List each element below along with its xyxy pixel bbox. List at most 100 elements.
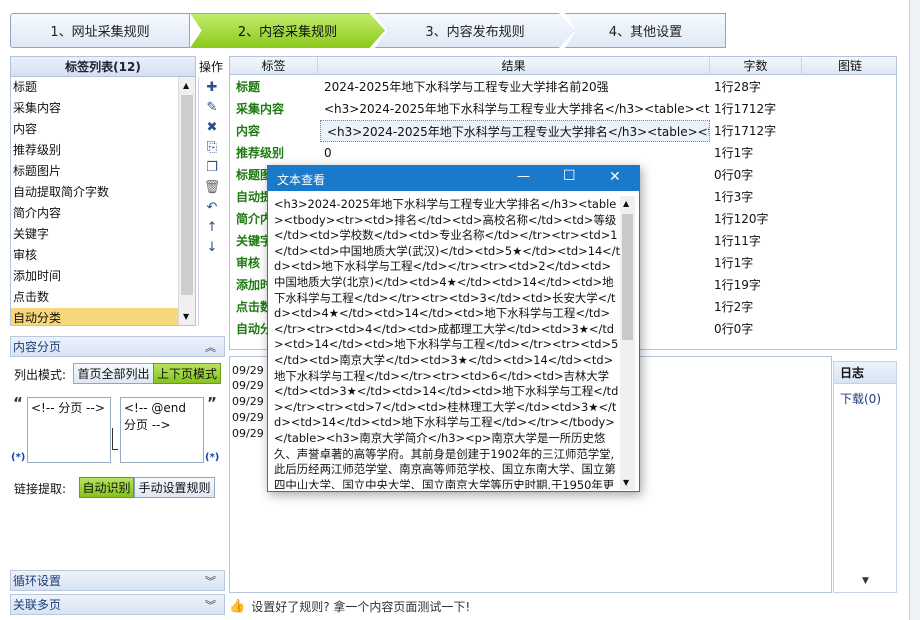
cell-tag: 推荐级别 (236, 146, 285, 160)
close-quote-icon: ” (207, 394, 217, 412)
grid-header-result: 结果 (318, 57, 710, 75)
cell-tag: 采集内容 (236, 102, 285, 116)
edit-icon[interactable]: ✎ (203, 99, 221, 117)
status-hint: 设置好了规则? 拿一个内容页面测试一下! (251, 599, 471, 614)
log-line: 09/29 (232, 379, 264, 392)
step-other-settings[interactable]: 4、其他设置 (565, 13, 726, 48)
page-start-marker-input[interactable]: <!-- 分页 --> (27, 397, 111, 463)
step-url-rules[interactable]: 1、网址采集规则 (10, 13, 190, 48)
grid-header-image: 图链 (837, 59, 862, 73)
scroll-up-icon[interactable]: ▲ (183, 81, 189, 90)
grid-header: 标签 结果 字数 图链 (230, 57, 896, 75)
table-row[interactable]: 内容 <h3>2024-2025年地下水科学与工程专业大学排名</h3><tabl… (230, 120, 896, 142)
undo-icon[interactable]: ↶ (203, 199, 221, 217)
tag-list-item[interactable]: 标题 (11, 77, 179, 98)
scroll-up-icon[interactable]: ▲ (623, 199, 629, 208)
move-up-icon[interactable]: ↑ (203, 219, 221, 237)
paste-icon[interactable]: ❐ (203, 159, 221, 177)
minimize-icon[interactable]: — (517, 169, 530, 184)
manual-rules-button[interactable]: 手动设置规则 (134, 477, 215, 498)
loop-settings-section-bar[interactable]: 循环设置 ︾ (10, 570, 225, 591)
cell-result[interactable]: 2024-2025年地下水科学与工程专业大学排名前20强 (318, 76, 710, 98)
log-side-panel: 日志 下载(0) ▼ (833, 361, 897, 593)
cell-count: 1行28字 (714, 80, 761, 94)
tag-list-item[interactable]: 添加时间 (11, 266, 179, 287)
wildcard-right[interactable]: (*) (205, 452, 219, 463)
tag-list-item[interactable]: 自动提取简介字数 (11, 182, 179, 203)
chevron-down-icon[interactable]: ︾ (205, 597, 216, 613)
wizard-steps: 1、网址采集规则 2、内容采集规则 3、内容发布规则 4、其他设置 (10, 13, 726, 48)
tag-list: 标题 采集内容 内容 推荐级别 标题图片 自动提取简介字数 简介内容 关键字 审… (10, 77, 196, 326)
tag-list-item[interactable]: 点击数 (11, 287, 179, 308)
tag-list-item[interactable]: 标题图片 (11, 161, 179, 182)
tag-list-item[interactable]: 内容 (11, 119, 179, 140)
close-icon[interactable]: ✕ (609, 169, 621, 185)
scroll-down-icon[interactable]: ▼ (623, 478, 629, 487)
tag-list-item[interactable]: 审核 (11, 245, 179, 266)
scroll-down-icon[interactable]: ▼ (862, 576, 869, 586)
tag-list-item[interactable]: 采集内容 (11, 98, 179, 119)
cell-image-link (802, 230, 896, 252)
table-row[interactable]: 推荐级别 0 1行1字 (230, 142, 896, 164)
cell-count: 1行19字 (714, 278, 761, 292)
cell-image-link (802, 186, 896, 208)
dialog-title: 文本查看 (277, 173, 326, 187)
log-line: 09/29 (232, 364, 264, 377)
tag-list-item-selected[interactable]: 自动分类 (11, 308, 179, 325)
related-pages-section-bar[interactable]: 关联多页 ︾ (10, 594, 225, 615)
cell-image-link (802, 318, 896, 340)
table-row[interactable]: 标题 2024-2025年地下水科学与工程专业大学排名前20强 1行28字 (230, 76, 896, 98)
dialog-scrollbar[interactable]: ▲ ▼ (620, 196, 635, 490)
cell-result[interactable]: <h3>2024-2025年地下水科学与工程专业大学排名</h3><table>… (320, 120, 710, 142)
mode-first-all-button[interactable]: 首页全部列出 (73, 363, 154, 384)
step-content-rules[interactable]: 2、内容采集规则 (190, 13, 385, 48)
table-row[interactable]: 采集内容 <h3>2024-2025年地下水科学与工程专业大学排名</h3><ta… (230, 98, 896, 120)
move-down-icon[interactable]: ↓ (203, 239, 221, 257)
section-title: 内容分页 (13, 340, 62, 354)
wildcard-left[interactable]: (*) (11, 452, 25, 463)
log-line: 09/29 (232, 395, 264, 408)
tag-list-title: 标签列表(12) (65, 60, 141, 74)
auto-detect-button[interactable]: 自动识别 (79, 477, 134, 498)
cell-count: 1行120字 (714, 212, 769, 226)
list-mode-label: 列出模式: (14, 368, 67, 382)
pagination-section-bar[interactable]: 内容分页 ︽ (10, 336, 225, 357)
tag-list-item[interactable]: 关键字 (11, 224, 179, 245)
open-quote-icon: “ (13, 394, 23, 412)
cell-image-link (802, 98, 896, 120)
cell-tag: 标题 (236, 80, 261, 94)
trash-icon[interactable]: 🗑 (203, 179, 221, 197)
dialog-text-content[interactable]: <h3>2024-2025年地下水科学与工程专业大学排名</h3><table>… (274, 197, 621, 489)
section-title: 关联多页 (13, 598, 62, 612)
tag-list-item[interactable]: 推荐级别 (11, 140, 179, 161)
scroll-thumb[interactable] (181, 95, 193, 295)
scroll-thumb[interactable] (622, 214, 633, 340)
cell-result[interactable]: <h3>2024-2025年地下水科学与工程专业大学排名</h3><table>… (318, 98, 710, 120)
delete-icon[interactable]: ✖ (203, 119, 221, 137)
cell-count: 1行3字 (714, 190, 754, 204)
scroll-down-icon[interactable]: ▼ (183, 312, 189, 321)
chevron-up-icon[interactable]: ︽ (205, 339, 216, 355)
mode-prev-next-button[interactable]: 上下页模式 (153, 363, 221, 384)
link-extract-label: 链接提取: (14, 482, 67, 496)
dialog-titlebar[interactable]: 文本查看 — ☐ ✕ (268, 166, 639, 191)
download-count[interactable]: 下载(0) (834, 384, 896, 407)
tag-list-header: 标签列表(12) (10, 56, 196, 77)
step-publish-rules[interactable]: 3、内容发布规则 (375, 13, 575, 48)
marker-separator (112, 428, 118, 450)
right-edge-panel (909, 0, 920, 620)
maximize-icon[interactable]: ☐ (563, 168, 576, 184)
add-icon[interactable]: ✚ (203, 79, 221, 97)
chevron-down-icon[interactable]: ︾ (205, 573, 216, 589)
cell-result[interactable]: 0 (318, 142, 710, 164)
cell-count: 1行1字 (714, 256, 754, 270)
cell-image-link (802, 274, 896, 296)
thumbs-up-icon: 👍 (229, 598, 246, 614)
copy-icon[interactable]: ⎘ (203, 139, 221, 157)
page-end-marker-input[interactable]: <!-- @end 分页 --> (120, 397, 204, 463)
button-label: 手动设置规则 (138, 481, 211, 495)
step-label: 1、网址采集规则 (50, 25, 150, 40)
tag-list-item[interactable]: 简介内容 (11, 203, 179, 224)
tag-list-scrollbar[interactable]: ▲ ▼ (178, 77, 195, 325)
log-tab[interactable]: 日志 (834, 362, 896, 384)
